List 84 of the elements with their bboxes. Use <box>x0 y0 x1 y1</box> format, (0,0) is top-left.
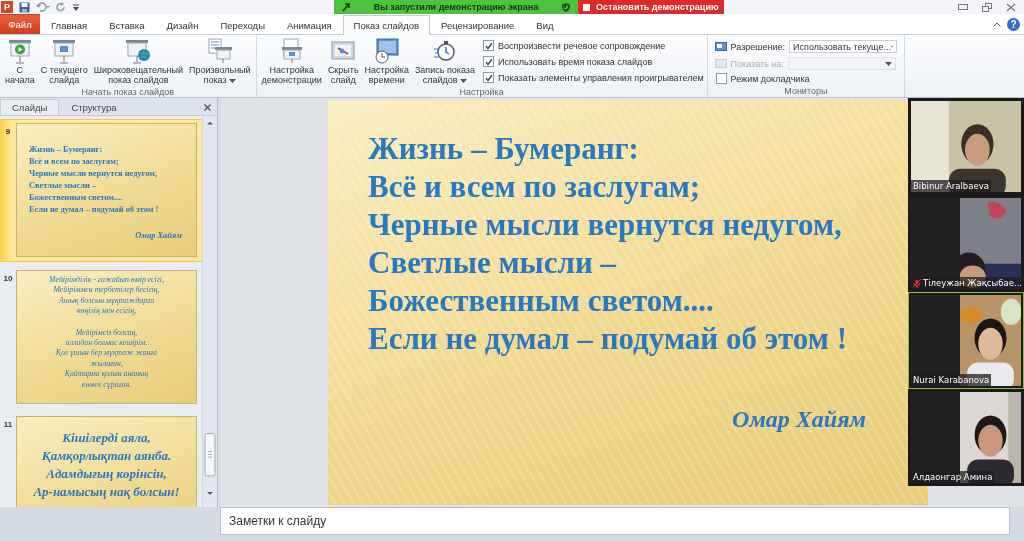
monitor-icon <box>714 41 727 52</box>
slide-text-line: Черные мысли вернутся недугом, <box>368 206 843 244</box>
projector-screen-icon <box>51 38 78 64</box>
ribbon-tab[interactable]: Вид <box>525 15 565 34</box>
slide-number: 11 <box>2 419 14 431</box>
slide-text-line: Светлые мысли – <box>368 244 618 282</box>
undo-icon[interactable] <box>36 2 50 12</box>
ribbon-tab[interactable]: Главная <box>40 15 99 34</box>
ribbon-tab[interactable]: Вставка <box>98 15 156 34</box>
ribbon-button[interactable]: С начала <box>3 37 37 86</box>
slide-author: Омар Хайям <box>134 230 182 242</box>
monitor-clock-icon <box>373 38 400 64</box>
ribbon-button[interactable]: С текущего слайда <box>38 37 90 86</box>
participant-name: Алдаонгар Амина <box>913 472 993 482</box>
redo-icon[interactable] <box>56 2 66 12</box>
close-icon[interactable] <box>1006 2 1016 12</box>
projector-list-icon <box>206 38 233 64</box>
checkbox-label: Использовать время показа слайдов <box>498 56 653 67</box>
group-label: Начать показ слайдов <box>80 86 176 98</box>
ribbon-tab[interactable]: Рецензирование <box>430 15 526 34</box>
participant-name: Nurai Karabanova <box>913 375 990 385</box>
stop-share-button[interactable]: Остановить демонстрацию <box>578 0 724 14</box>
minimize-icon[interactable] <box>958 4 968 10</box>
customize-icon[interactable] <box>72 2 80 12</box>
help-icon[interactable]: ? <box>1007 17 1020 31</box>
dropdown-field[interactable]: Использовать текуще... <box>789 40 898 53</box>
app-logo: P <box>1 1 13 13</box>
stopwatch-icon <box>431 38 458 64</box>
ribbon-tab[interactable]: Показ слайдов <box>342 15 430 35</box>
slide-thumbnail[interactable]: Кішілерді аяла, Қамқорлықтан аянба. Адамдығың көрінсін, Ар-намысың нақ болсын! <box>16 416 197 507</box>
ribbon-button[interactable]: Скрыть слайд <box>325 37 361 86</box>
file-menu-button[interactable]: Файл <box>0 14 40 34</box>
shield-icon <box>562 2 570 12</box>
ribbon-button[interactable]: Запись показа слайдов <box>412 37 477 86</box>
slide-thumbnail[interactable] <box>16 270 197 404</box>
field-label: Разрешение: <box>730 41 786 52</box>
pane-tab[interactable]: Слайды <box>0 99 60 115</box>
checkbox[interactable] <box>483 56 494 67</box>
group-label: Мониторы <box>783 85 829 97</box>
slide-author: Омар Хайям <box>731 406 866 433</box>
ribbon-button[interactable]: Широковещательный показ слайдов <box>91 37 186 86</box>
slide-text-line: Адамдығың көрінсін, <box>44 465 168 483</box>
ribbon-tab[interactable]: Анимация <box>276 15 343 34</box>
group-label: Настройка <box>458 86 505 98</box>
ribbon-button[interactable]: Настройка времени <box>362 37 411 86</box>
checkbox[interactable] <box>483 72 494 83</box>
participant-name: Тілеужан Жақсыбае... <box>923 278 1023 288</box>
slide-number: 9 <box>4 126 12 138</box>
checkbox-label: Режим докладчика <box>730 73 810 84</box>
slide-text-line: Если не думал – подумай об этом ! <box>368 320 848 358</box>
slide-number: 10 <box>2 273 14 285</box>
slide-thumbnail[interactable]: Жизнь – Бумеранг: Всё и всем по заслугам; Черные мысли вернутся недугом, Светлые мысли – Божественным светом.... Если не думал – подумай об этом ! Омар Хайям <box>16 123 197 257</box>
close-icon[interactable] <box>204 104 211 111</box>
notes-field[interactable]: Заметки к слайду <box>220 507 1010 535</box>
slide-text-line: Всё и всем по заслугам; <box>29 156 120 168</box>
ribbon-tab[interactable]: Дизайн <box>155 15 210 34</box>
slide-text-line: Черные мысли вернутся недугом, <box>29 168 159 180</box>
slide-text-line: Светлые мысли – <box>29 180 97 192</box>
checkbox-label: Воспроизвести речевое сопровождение <box>498 40 666 51</box>
restore-icon[interactable] <box>982 2 992 12</box>
stop-icon <box>583 3 590 11</box>
slide-text-line: Если не думал – подумай об этом ! <box>29 204 160 216</box>
field-label: Показать на: <box>730 58 784 69</box>
slide-text-line: Қамқорлықтан аянба. <box>40 447 173 465</box>
ribbon-button[interactable]: Произвольный показ <box>187 37 253 86</box>
checkbox[interactable] <box>715 73 727 84</box>
slide-text-line: Жизнь – Бумеранг: <box>368 130 640 168</box>
slide-text-line: Божественным светом.... <box>29 192 124 204</box>
checkbox[interactable] <box>483 40 494 51</box>
save-icon[interactable] <box>19 1 30 13</box>
checkbox-label: Показать элементы управления проигрывателем <box>498 72 704 83</box>
participant-name: Bibinur Aralbaeva <box>913 181 989 191</box>
ribbon-button[interactable]: Настройка демонстрации <box>259 37 324 86</box>
projector-globe-icon <box>124 38 153 64</box>
share-status-text: Вы запустили демонстрацию экрана <box>373 2 539 12</box>
collapse-ribbon-icon[interactable] <box>993 21 1001 27</box>
monitor-icon <box>714 58 727 69</box>
slide-text-line: Жизнь – Бумеранг: <box>29 144 104 156</box>
slide-text-line: Ар-намысың нақ болсын! <box>32 483 181 501</box>
projector-screen-icon <box>6 38 33 64</box>
ribbon-tab[interactable]: Переходы <box>209 15 276 34</box>
slide-text-line: Кішілерді аяла, <box>61 429 152 447</box>
arrow-icon <box>342 2 350 12</box>
pane-tab[interactable]: Структура <box>59 99 129 115</box>
